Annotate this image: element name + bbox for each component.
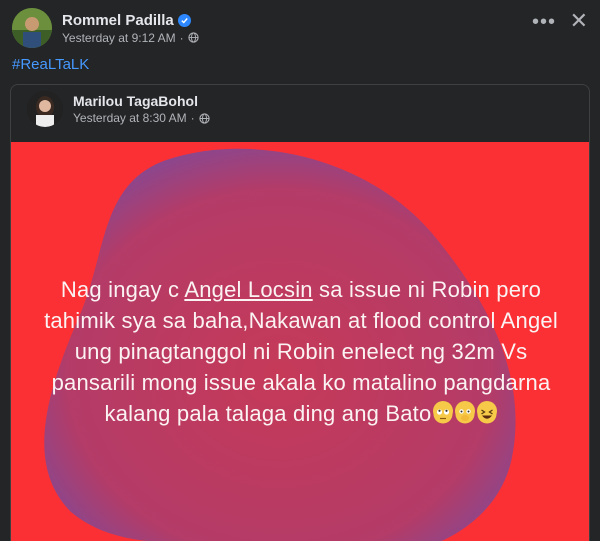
shared-author-avatar[interactable]: [27, 91, 63, 127]
shared-author-name[interactable]: Marilou TagaBohol: [73, 93, 210, 109]
post-caption-hashtag[interactable]: #ReaLTaLK: [12, 56, 89, 73]
more-options-icon[interactable]: •••: [532, 12, 556, 32]
verified-badge-icon: [177, 13, 191, 27]
post-text: Nag ingay c Angel Locsin sa issue ni Rob…: [33, 274, 569, 429]
post-text-part: Nag ingay c: [60, 277, 185, 302]
post-header: Rommel Padilla Yesterday at 9:12 AM ·: [12, 8, 199, 48]
globe-icon: [188, 32, 199, 43]
author-avatar[interactable]: [12, 8, 52, 48]
mention-link[interactable]: Angel Locsin: [184, 277, 312, 302]
close-icon[interactable]: ✕: [570, 10, 588, 32]
grinning-squinting-emoji-icon: [477, 401, 498, 424]
facebook-post: Rommel Padilla Yesterday at 9:12 AM · ••…: [0, 0, 600, 541]
shared-post-header: Marilou TagaBohol Yesterday at 8:30 AM ·: [27, 91, 210, 127]
hand-over-mouth-emoji-icon: [455, 401, 476, 424]
globe-icon: [199, 112, 210, 124]
text-post-background: Nag ingay c Angel Locsin sa issue ni Rob…: [11, 142, 589, 541]
post-timestamp[interactable]: Yesterday at 9:12 AM: [62, 31, 176, 45]
shared-post[interactable]: Marilou TagaBohol Yesterday at 8:30 AM ·: [10, 84, 590, 541]
rolling-eyes-emoji-icon: [433, 401, 454, 424]
shared-timestamp[interactable]: Yesterday at 8:30 AM: [73, 111, 187, 125]
author-name[interactable]: Rommel Padilla: [62, 12, 174, 29]
